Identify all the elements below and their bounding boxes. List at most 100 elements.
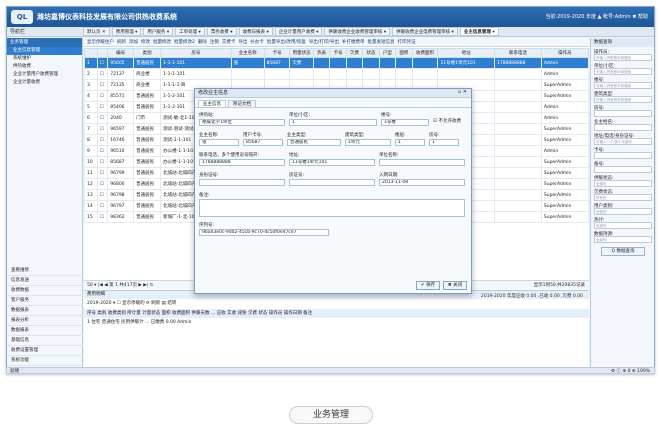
tab-daily-report[interactable]: 收费日报表 ▾: [238, 27, 273, 36]
row-checkbox[interactable]: ☐: [96, 134, 109, 146]
tab-enterprise-audit[interactable]: 供暖收费企业收费管理审核 ▾: [324, 27, 391, 36]
fee-detail-row[interactable]: 1 住宅 普通住宅 民用供暖计 ... 已缴费 0.00 Admin: [84, 318, 589, 327]
col-header[interactable]: 面积: [395, 48, 413, 58]
sidebar-item-enterprise-manage[interactable]: 企业计量用户收费管理: [7, 71, 82, 79]
cert-input[interactable]: [289, 179, 375, 186]
ownertype-select[interactable]: 普通居民: [287, 139, 341, 146]
toolbar-print-voucher[interactable]: 打印凭证: [397, 38, 415, 46]
dept-select[interactable]: 德威化学1单位: [199, 119, 285, 126]
row-checkbox[interactable]: ☐: [96, 211, 109, 223]
sidebar-item-heating-fee[interactable]: 供热收费: [7, 63, 82, 71]
community-select[interactable]: 1: [289, 119, 377, 126]
row-checkbox[interactable]: ☐: [96, 178, 109, 190]
tab-workorder[interactable]: 工单处理 ▾: [175, 27, 205, 36]
module-customer[interactable]: 客户服务: [7, 296, 83, 306]
query-field-input[interactable]: 可输入一个/多个关键字: [594, 138, 652, 145]
toolbar-batch-export[interactable]: 批量导出/改用/恢复: [267, 38, 306, 46]
toolbar-batch-edit-2[interactable]: 批量修改2: [174, 38, 195, 46]
query-field-input[interactable]: 可输入拼音首字母搜索: [594, 82, 652, 89]
room-stepper[interactable]: 1: [429, 139, 459, 146]
query-field-input[interactable]: 可输入拼音首字母搜索: [594, 96, 652, 103]
table-row[interactable]: 1 ☐ 95605 普通居民 1-1-1-101 张 85687 欠费 11号楼1单元101 17…: [84, 57, 590, 69]
col-header[interactable]: 房号: [160, 48, 232, 58]
idcard-input[interactable]: [199, 179, 285, 186]
col-header[interactable]: 卡号: [329, 48, 347, 58]
col-header[interactable]: 卡号: [263, 48, 291, 58]
col-header[interactable]: 操作员: [540, 48, 590, 58]
toolbar-add[interactable]: 添加: [129, 38, 138, 46]
tab-owner-detail[interactable]: 业主信息: [198, 100, 226, 107]
module-repair[interactable]: 查看维修: [7, 266, 83, 276]
col-header[interactable]: 地址: [437, 48, 495, 58]
stop-label[interactable]: ☑ 不允许收费: [433, 119, 471, 125]
fee-detail-filter[interactable]: 2019-2020 ▾ ☐ 显示停暖的 ⟳ 刷新 ▤ 结转: [84, 299, 589, 309]
sidebar-item-enterprise-fee[interactable]: 企业计量收费: [7, 79, 82, 87]
close-icon[interactable]: ▫ ✕: [458, 89, 467, 95]
toolbar-cancel[interactable]: 注销: [210, 38, 219, 46]
toolbar-reissue[interactable]: 补办卡: [250, 38, 264, 46]
unit-input[interactable]: [379, 159, 465, 166]
search-button[interactable]: Q 数据查询: [601, 247, 645, 256]
row-checkbox[interactable]: ☐: [96, 112, 109, 124]
tab-owner-info[interactable]: 业主信息管理 ▾: [459, 27, 499, 36]
address-input[interactable]: 11号楼1单元101: [289, 159, 375, 166]
row-checkbox[interactable]: ☐: [96, 57, 109, 69]
table-row[interactable]: 2 ☐ 72137 商业楼 1-1-1-101 Admin: [84, 68, 590, 80]
row-checkbox[interactable]: ☐: [96, 145, 109, 157]
pager-controls[interactable]: 50 ▾ |◀ ◀ 第 1 共417页 ▶ ▶| ↻: [87, 283, 153, 288]
tab-ticket[interactable]: 票务收费 ▾: [206, 27, 237, 36]
row-checkbox[interactable]: ☐: [96, 90, 109, 102]
tab-user-service[interactable]: 用户服务 ▾: [143, 27, 174, 36]
close-button[interactable]: ✖ 关闭: [443, 281, 467, 290]
buildtype-select[interactable]: 1单元: [345, 139, 391, 146]
toolbar-batch-edit[interactable]: 批量修改: [153, 38, 171, 46]
col-header[interactable]: 收费面积: [411, 48, 439, 58]
tab-enterprise-power[interactable]: 供暖收费企业电费管理审核 ▾: [392, 27, 458, 36]
query-field-input[interactable]: 可输入拼音首字母搜索: [594, 54, 652, 61]
col-header[interactable]: 热表: [312, 48, 331, 58]
sidebar-item-owner-info[interactable]: 业主信息管理: [7, 47, 82, 55]
col-header[interactable]: 联系电话: [493, 48, 542, 58]
col-header[interactable]: 业主名称: [230, 48, 265, 58]
usercard-input[interactable]: 85687: [243, 139, 283, 146]
query-field-input[interactable]: 全部的: [594, 208, 652, 215]
toolbar-card[interactable]: 交费卡: [222, 38, 236, 46]
row-checkbox[interactable]: ☐: [96, 167, 109, 179]
floor-stepper[interactable]: 1: [395, 139, 425, 146]
query-field-input[interactable]: 全部的: [594, 222, 652, 229]
col-header[interactable]: 用量状态: [289, 48, 314, 58]
col-header[interactable]: 欠费: [345, 48, 364, 58]
phone-input[interactable]: 1788888888: [199, 159, 285, 166]
tab-default[interactable]: 默认页 ✕: [83, 27, 110, 36]
tab-attachments[interactable]: 附记文档: [228, 100, 256, 107]
toolbar-sms[interactable]: 批量发短信息: [367, 38, 394, 46]
toolbar-reprint[interactable]: 补打缴费单: [342, 38, 365, 46]
col-header[interactable]: 编号: [107, 48, 135, 58]
module-report[interactable]: 数据报表: [7, 306, 83, 316]
col-header[interactable]: 户型: [378, 48, 397, 58]
row-checkbox[interactable]: ☐: [96, 79, 109, 91]
query-field-input[interactable]: [594, 152, 652, 159]
tab-enterprise-meter[interactable]: 企业计量用户收费 ▾: [274, 27, 323, 36]
col-header[interactable]: 状态: [362, 48, 380, 58]
row-checkbox[interactable]: ☐: [96, 68, 109, 80]
query-field-input[interactable]: 全部的: [594, 236, 652, 243]
toolbar-refresh[interactable]: 刷新: [117, 38, 126, 46]
module-analysis[interactable]: 报表分析: [7, 316, 83, 326]
serial-input[interactable]: 9ba43e0c-9dd2-45cb-9c70-dc5df0e47ce7: [199, 229, 329, 236]
row-checkbox[interactable]: ☐: [96, 156, 109, 168]
row-checkbox[interactable]: ☐: [96, 189, 109, 201]
query-field-input[interactable]: [594, 124, 652, 131]
query-field-input[interactable]: 全部的: [594, 180, 652, 187]
module-fee-data[interactable]: 收费数据: [7, 286, 83, 296]
owner-input[interactable]: 张: [199, 139, 239, 146]
module-message[interactable]: 信息发送: [7, 276, 83, 286]
toolbar-show-stopped[interactable]: 显示停暖住户: [87, 38, 114, 46]
sidebar-header[interactable]: 业务管理: [7, 38, 82, 47]
row-checkbox[interactable]: ☐: [96, 101, 109, 113]
tab-fee[interactable]: 费用管理 ▾: [111, 27, 142, 36]
toolbar-edit[interactable]: 修改: [141, 38, 150, 46]
user-info[interactable]: 当前:2019-2020 年度 ▲ 帐号:Admin ✖ 帮助: [545, 13, 648, 20]
col-header[interactable]: 类别: [133, 48, 162, 58]
module-fee-settings[interactable]: 收费设置管理: [7, 346, 83, 356]
